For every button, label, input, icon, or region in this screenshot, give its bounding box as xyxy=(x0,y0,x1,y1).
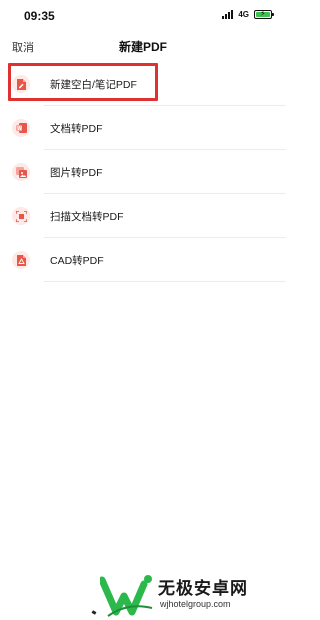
menu-item-cad-to-pdf[interactable]: CAD转PDF xyxy=(0,238,286,282)
nav-bar: 取消 新建PDF xyxy=(0,32,286,60)
network-label: 4G xyxy=(238,10,249,19)
menu-item-label: 文档转PDF xyxy=(50,123,103,135)
signal-icon xyxy=(222,10,234,19)
battery-icon: ⚡ xyxy=(254,9,274,19)
status-bar: 09:35 4G ⚡ xyxy=(0,0,286,32)
watermark-logo-icon xyxy=(100,575,153,617)
menu-item-image-to-pdf[interactable]: 图片转PDF xyxy=(0,150,286,194)
menu-item-scan-to-pdf[interactable]: 扫描文档转PDF xyxy=(0,194,286,238)
document-pdf-icon: W xyxy=(12,119,30,137)
status-time: 09:35 xyxy=(24,9,55,23)
image-pdf-icon xyxy=(12,163,30,181)
scan-document-pdf-icon xyxy=(12,207,30,225)
menu-item-label: 图片转PDF xyxy=(50,167,103,179)
page-title: 新建PDF xyxy=(118,40,167,54)
cad-pdf-icon xyxy=(12,251,30,269)
menu-item-label: 新建空白/笔记PDF xyxy=(50,79,137,91)
charging-icon: ⚡ xyxy=(260,9,266,18)
status-indicators: 4G ⚡ xyxy=(222,9,274,19)
menu-item-document-to-pdf[interactable]: W 文档转PDF xyxy=(0,106,286,150)
watermark: 无极安卓网 wjhotelgroup.com xyxy=(100,572,280,617)
new-pdf-menu: 新建空白/笔记PDF W 文档转PDF 图片转PDF 扫描文档转PDF CAD转… xyxy=(0,62,286,282)
watermark-url: wjhotelgroup.com xyxy=(160,599,231,609)
watermark-title: 无极安卓网 xyxy=(158,579,248,598)
menu-item-label: 扫描文档转PDF xyxy=(50,211,124,223)
menu-item-label: CAD转PDF xyxy=(50,255,104,267)
svg-text:W: W xyxy=(17,126,22,132)
divider xyxy=(44,281,286,282)
cursor-mark xyxy=(91,610,97,615)
menu-item-blank-note-pdf[interactable]: 新建空白/笔记PDF xyxy=(0,62,286,106)
blank-note-pdf-icon xyxy=(12,75,30,93)
